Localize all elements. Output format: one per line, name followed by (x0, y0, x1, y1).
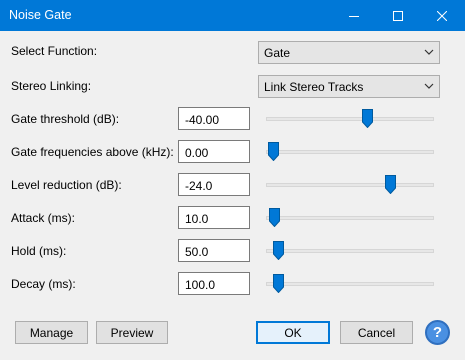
stereo-linking-value: Link Stereo Tracks (264, 80, 364, 94)
stereo-linking-dropdown[interactable]: Link Stereo Tracks (258, 75, 440, 98)
attack-label: Attack (ms): (11, 211, 76, 225)
gate-frequencies-field[interactable] (178, 140, 250, 163)
gate-threshold-label: Gate threshold (dB): (11, 112, 120, 126)
decay-slider[interactable] (266, 273, 434, 295)
level-reduction-slider[interactable] (266, 174, 434, 196)
slider-track (266, 216, 434, 220)
ok-button[interactable]: OK (256, 321, 330, 344)
minimize-icon (349, 15, 359, 17)
minimize-button[interactable] (332, 0, 376, 31)
close-button[interactable] (420, 0, 464, 31)
slider-thumb[interactable] (361, 109, 373, 128)
slider-track (266, 183, 434, 187)
hold-slider[interactable] (266, 240, 434, 262)
slider-track (266, 150, 434, 154)
stereo-linking-label: Stereo Linking: (11, 79, 92, 93)
cancel-button[interactable]: Cancel (340, 321, 413, 344)
level-reduction-label: Level reduction (dB): (11, 178, 122, 192)
level-reduction-field[interactable] (178, 173, 250, 196)
gate-frequencies-slider[interactable] (266, 141, 434, 163)
dialog-body: Select Function: Gate Stereo Linking: Li… (0, 31, 465, 360)
gate-threshold-field[interactable] (178, 107, 250, 130)
slider-thumb[interactable] (272, 241, 284, 260)
preview-button[interactable]: Preview (96, 321, 168, 344)
slider-thumb[interactable] (272, 274, 284, 293)
slider-track (266, 282, 434, 286)
decay-label: Decay (ms): (11, 277, 76, 291)
slider-track (266, 249, 434, 253)
close-icon (437, 10, 447, 21)
attack-field[interactable] (178, 206, 250, 229)
window-title: Noise Gate (9, 8, 72, 22)
maximize-icon (393, 10, 403, 21)
slider-thumb[interactable] (267, 142, 279, 161)
chevron-down-icon (424, 49, 434, 55)
select-function-dropdown[interactable]: Gate (258, 41, 440, 64)
gate-frequencies-label: Gate frequencies above (kHz): (11, 145, 174, 159)
help-icon: ? (432, 324, 443, 341)
title-bar: Noise Gate (0, 0, 465, 31)
manage-button[interactable]: Manage (15, 321, 88, 344)
maximize-button[interactable] (376, 0, 420, 31)
slider-track (266, 117, 434, 121)
gate-threshold-slider[interactable] (266, 108, 434, 130)
help-button[interactable]: ? (425, 320, 450, 345)
hold-field[interactable] (178, 239, 250, 262)
attack-slider[interactable] (266, 207, 434, 229)
slider-thumb[interactable] (385, 175, 397, 194)
hold-label: Hold (ms): (11, 244, 67, 258)
chevron-down-icon (424, 83, 434, 89)
slider-thumb[interactable] (269, 208, 281, 227)
select-function-value: Gate (264, 46, 291, 60)
decay-field[interactable] (178, 272, 250, 295)
select-function-label: Select Function: (11, 44, 98, 58)
